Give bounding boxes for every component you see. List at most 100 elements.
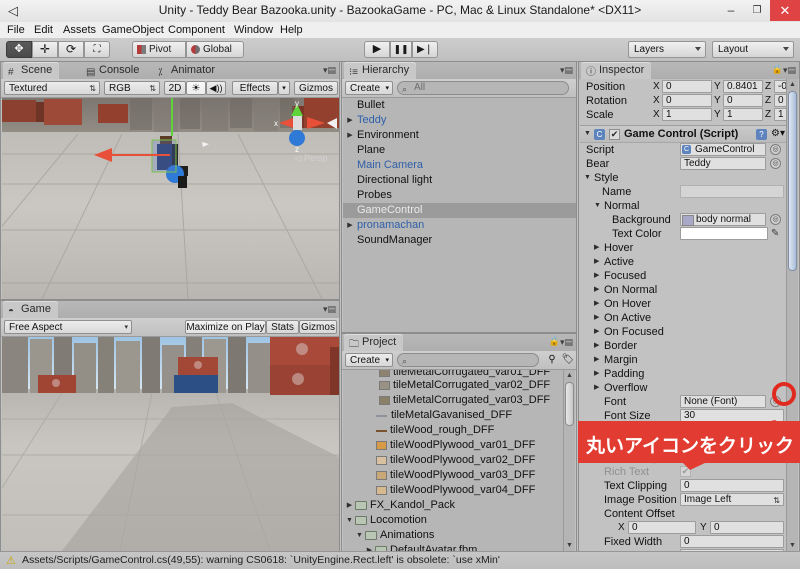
project-item-1[interactable]: tileMetalCorrugated_var02_DFF [343, 378, 565, 393]
transform-scale-row[interactable]: Scale X 1 Y 1 Z 1 [580, 108, 789, 122]
expand-arrow-icon[interactable]: ▶ [594, 241, 599, 255]
menu-component[interactable]: Component [164, 23, 229, 37]
menu-edit[interactable]: Edit [30, 23, 57, 37]
hierarchy-item-pronamachan[interactable]: ▶ pronamachan [343, 218, 576, 233]
font-object-field[interactable]: None (Font) [680, 395, 766, 408]
component-enabled-checkbox[interactable]: ✔ [609, 129, 620, 140]
menu-gameobject[interactable]: GameObject [98, 23, 168, 37]
project-item-fx-kandol-pack[interactable]: ▶ FX_Kandol_Pack [343, 498, 565, 513]
inspector-panel-menu-icon[interactable]: ▾▤ [783, 65, 796, 76]
step-button[interactable]: ▶❘ [412, 41, 438, 58]
hierarchy-item-gamecontrol[interactable]: GameControl [343, 203, 576, 218]
scene-audio-toggle[interactable]: ◀)) [206, 81, 226, 95]
foldout-margin-row[interactable]: ▶ Margin [580, 353, 789, 367]
expand-arrow-icon[interactable]: ▶ [345, 113, 355, 128]
project-scrollbar[interactable]: ▲ ▼ [563, 370, 575, 551]
scene-2d-toggle[interactable]: 2D [164, 81, 186, 95]
field-rich-text-row[interactable]: Rich Text ✔ [580, 465, 789, 479]
foldout-padding-row[interactable]: ▶ Padding [580, 367, 789, 381]
expand-arrow-icon[interactable]: ▶ [594, 367, 599, 381]
scale-x-input[interactable]: 1 [662, 108, 712, 121]
scene-gizmos-dropdown[interactable]: Gizmos [294, 81, 338, 95]
tab-scene[interactable]: # Scene [3, 62, 60, 79]
scroll-up-arrow-icon[interactable]: ▲ [788, 80, 797, 89]
maximize-button[interactable]: ❐ [744, 0, 770, 21]
hierarchy-item-probes[interactable]: Probes [343, 188, 576, 203]
project-panel-menu-icon[interactable]: ▾▤ [560, 337, 573, 348]
game-gizmos-dropdown[interactable]: Gizmos [299, 320, 337, 334]
collapse-arrow-icon[interactable]: ▼ [584, 126, 591, 142]
tab-console[interactable]: ▤ Console [81, 62, 146, 79]
scene-draw-mode-dropdown[interactable]: Textured ⇅ [4, 81, 100, 95]
scale-y-input[interactable]: 1 [723, 108, 763, 121]
expand-arrow-icon[interactable]: ▶ [594, 269, 599, 283]
transform-rotation-row[interactable]: Rotation X 0 Y 0 Z 0 [580, 94, 789, 108]
project-item-8[interactable]: tileWoodPlywood_var04_DFF [343, 483, 565, 498]
bear-object-picker-icon[interactable]: ◎ [770, 158, 781, 169]
text-color-swatch[interactable] [680, 227, 768, 240]
tab-game[interactable]: ◓ Game [3, 301, 58, 318]
game-stats-toggle[interactable]: Stats [266, 320, 299, 334]
foldout-active-row[interactable]: ▶ Active [580, 255, 789, 269]
rotation-x-input[interactable]: 0 [662, 94, 712, 107]
foldout-on-normal-row[interactable]: ▶ On Normal [580, 283, 789, 297]
hierarchy-item-teddy[interactable]: ▶ Teddy [343, 113, 576, 128]
expand-arrow-icon[interactable]: ▶ [594, 339, 599, 353]
help-icon[interactable]: ? [756, 129, 767, 140]
inspector-body[interactable]: Position X 0 Y 0.8401 Z -0.037 Rotation … [580, 79, 789, 551]
foldout-overflow-row[interactable]: ▶ Overflow [580, 381, 789, 395]
close-button[interactable]: ✕ [770, 0, 800, 21]
field-text-color-row[interactable]: Text Color ✎ [580, 227, 789, 241]
layout-dropdown[interactable]: Layout [712, 41, 794, 58]
foldout-on-active-row[interactable]: ▶ On Active [580, 311, 789, 325]
scene-viewport[interactable]: y x z ◁ Persp [2, 98, 339, 299]
hierarchy-item-directional-light[interactable]: Directional light [343, 173, 576, 188]
script-object-picker-icon[interactable]: ◎ [770, 144, 781, 155]
tab-animator[interactable]: ⁒ Animator [153, 62, 222, 79]
hierarchy-item-environment[interactable]: ▶ Environment [343, 128, 576, 143]
project-tree[interactable]: tileMetalCorrugated_var01_DFF tileMetalC… [343, 370, 565, 551]
position-x-input[interactable]: 0 [662, 80, 712, 93]
scene-lighting-toggle[interactable]: ☀ [186, 81, 206, 95]
project-create-button[interactable]: Create ▾ [345, 353, 393, 367]
tab-inspector[interactable]: ⓘ Inspector [581, 62, 652, 79]
foldout-focused-row[interactable]: ▶ Focused [580, 269, 789, 283]
move-tool-button[interactable]: ✛ [32, 41, 58, 58]
foldout-on-focused-row[interactable]: ▶ On Focused [580, 325, 789, 339]
foldout-hover-row[interactable]: ▶ Hover [580, 241, 789, 255]
project-item-7[interactable]: tileWoodPlywood_var03_DFF [343, 468, 565, 483]
effects-chevron-down-icon[interactable]: ▾ [278, 81, 290, 95]
project-scroll-thumb[interactable] [565, 382, 574, 426]
expand-arrow-icon[interactable]: ▶ [594, 255, 599, 269]
collapse-arrow-icon[interactable]: ▼ [594, 199, 601, 213]
background-object-picker-icon[interactable]: ◎ [770, 214, 781, 225]
expand-arrow-icon[interactable]: ▶ [594, 381, 599, 395]
foldout-border-row[interactable]: ▶ Border [580, 339, 789, 353]
status-bar[interactable]: ⚠ Assets/Scripts/GameControl.cs(49,55): … [0, 551, 800, 569]
collapse-arrow-icon[interactable]: ▼ [584, 171, 591, 185]
menu-file[interactable]: File [3, 23, 29, 37]
rotation-y-input[interactable]: 0 [723, 94, 763, 107]
scroll-up-arrow-icon[interactable]: ▲ [565, 371, 574, 380]
expand-arrow-icon[interactable]: ▶ [594, 311, 599, 325]
field-text-clipping-row[interactable]: Text Clipping 0 [580, 479, 789, 493]
inspector-scroll-thumb[interactable] [788, 91, 797, 271]
pivot-toggle[interactable]: Pivot [132, 41, 186, 58]
maximize-on-play-toggle[interactable]: Maximize on Play [185, 320, 266, 334]
layers-dropdown[interactable]: Layers [628, 41, 706, 58]
project-search-input[interactable]: ⌕ [397, 353, 539, 367]
lock-icon[interactable]: 🔒 [772, 64, 783, 75]
project-item-defaultavatar-fbm[interactable]: ▶ DefaultAvatar.fbm [343, 543, 565, 551]
field-fixed-width-row[interactable]: Fixed Width 0 [580, 535, 789, 549]
bear-object-field[interactable]: Teddy [680, 157, 766, 170]
hierarchy-item-bullet[interactable]: Bullet [343, 98, 576, 113]
content-offset-x-input[interactable]: 0 [628, 521, 696, 534]
expand-arrow-icon[interactable]: ▶ [345, 128, 355, 143]
filter-by-label-icon[interactable]: 🏷 [560, 353, 576, 367]
hierarchy-create-button[interactable]: Create ▾ [345, 81, 393, 95]
expand-arrow-icon[interactable]: ▶ [365, 543, 374, 551]
expand-arrow-icon[interactable]: ▶ [594, 325, 599, 339]
rich-text-checkbox[interactable]: ✔ [680, 466, 691, 477]
field-bear-row[interactable]: Bear Teddy ◎ [580, 157, 789, 171]
game-aspect-dropdown[interactable]: Free Aspect ▾ [4, 320, 132, 334]
